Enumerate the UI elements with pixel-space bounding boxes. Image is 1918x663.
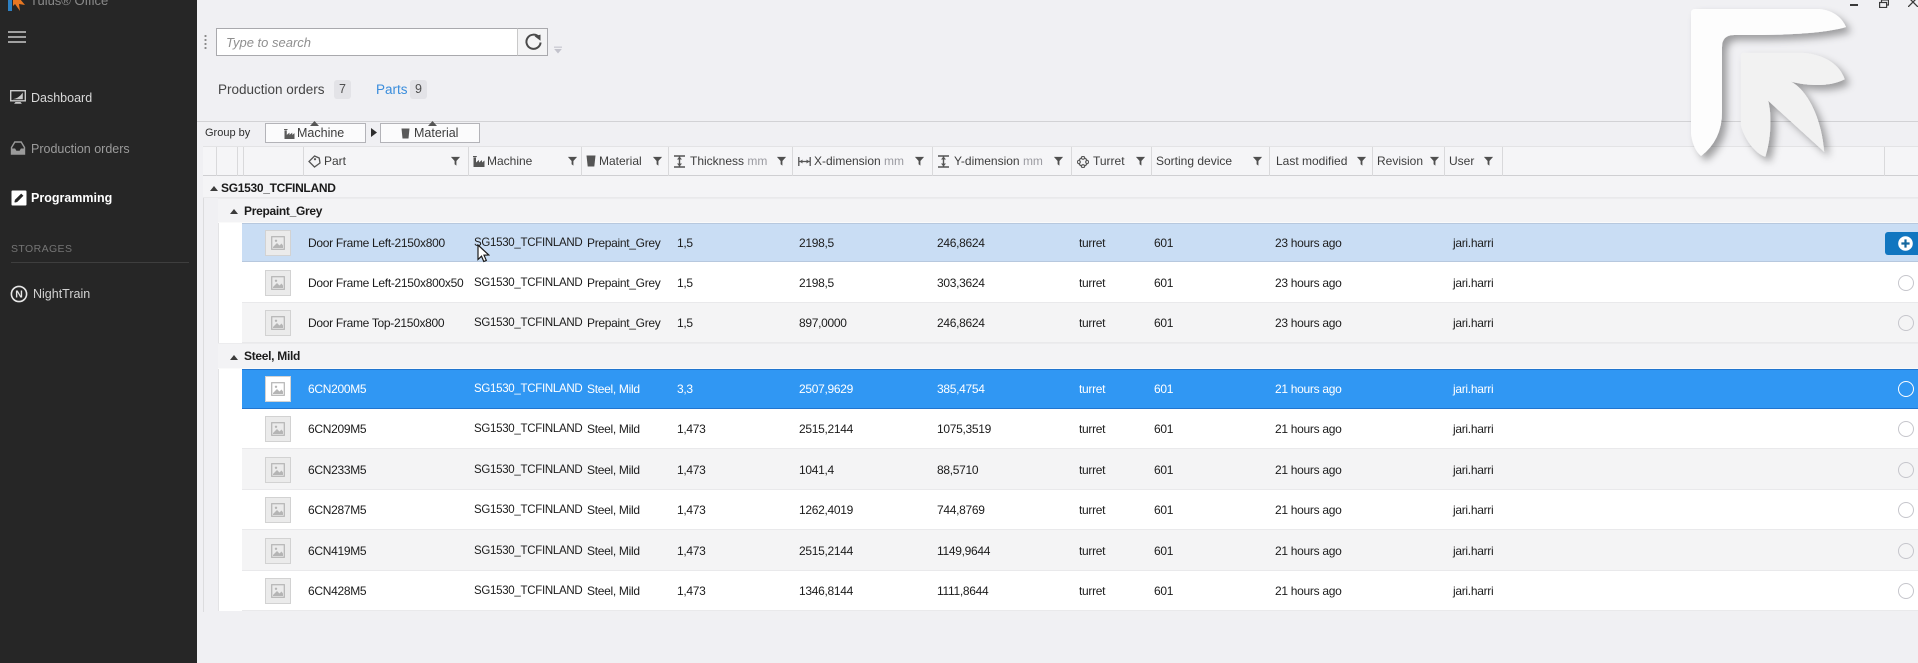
svg-text:N: N	[15, 289, 23, 301]
